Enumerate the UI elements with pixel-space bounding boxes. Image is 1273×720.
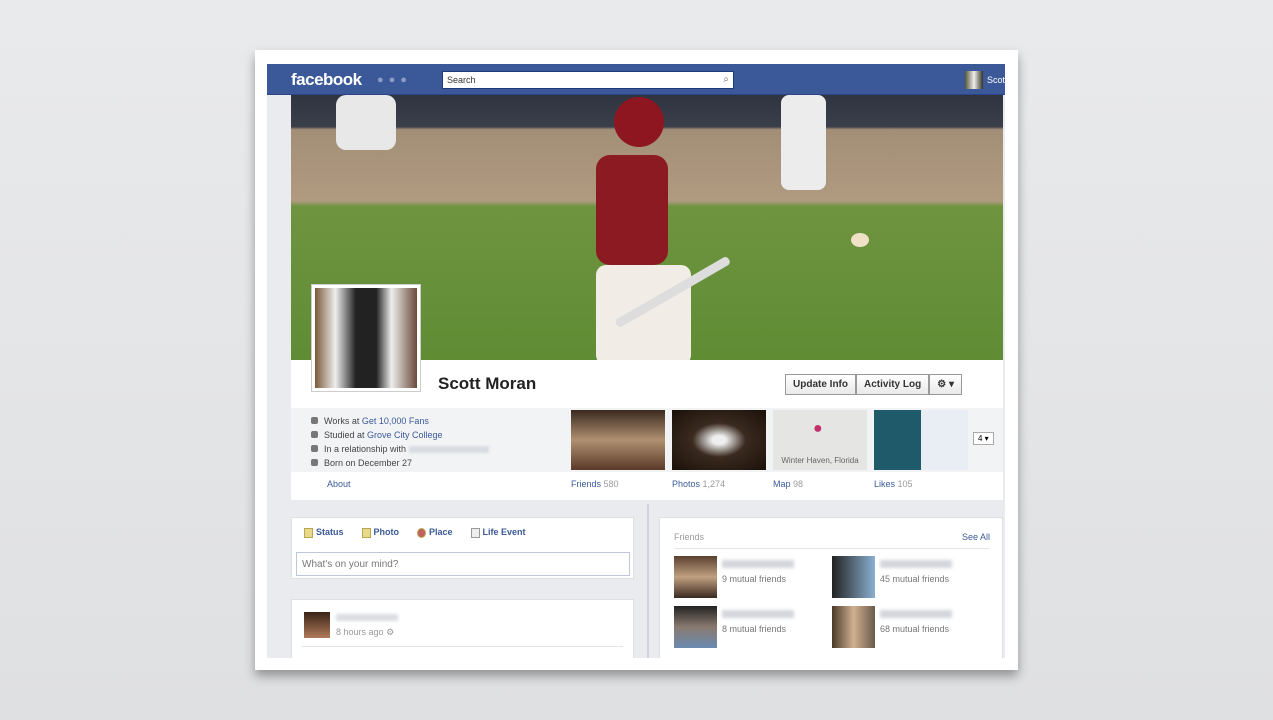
activity-log-button[interactable]: Activity Log xyxy=(856,374,930,395)
friends-label[interactable]: Friends 580 xyxy=(571,479,619,489)
heart-icon xyxy=(311,445,318,452)
education-icon xyxy=(311,431,318,438)
friend-item[interactable]: 9 mutual friends xyxy=(674,556,834,600)
friend-photo xyxy=(832,606,875,648)
batter-jersey xyxy=(596,155,668,265)
friend-photo xyxy=(832,556,875,598)
birthday-icon xyxy=(311,459,318,466)
likes-label[interactable]: Likes 105 xyxy=(874,479,913,489)
count: 580 xyxy=(603,479,619,489)
divider xyxy=(674,548,990,549)
tab-life-event[interactable]: Life Event xyxy=(470,527,526,538)
profile-picture[interactable] xyxy=(311,284,421,392)
cover-figure xyxy=(781,95,826,190)
blurred-name xyxy=(722,560,794,568)
timeline-post: 8 hours ago ⚙ xyxy=(291,599,634,658)
batter-helmet xyxy=(614,97,664,147)
update-info-button[interactable]: Update Info xyxy=(785,374,856,395)
time: 8 hours ago xyxy=(336,627,384,637)
birthday: Born on December 27 xyxy=(324,458,413,468)
mutual-count: 45 mutual friends xyxy=(880,574,950,584)
tab-photo[interactable]: Photo xyxy=(361,527,400,538)
relationship: In a relationship with xyxy=(324,444,407,454)
friend-photo xyxy=(674,606,717,648)
search-placeholder: Search xyxy=(447,75,476,85)
user-name: Scot xyxy=(986,75,1005,85)
mutual-count: 68 mutual friends xyxy=(880,624,950,634)
work-link[interactable]: Get 10,000 Fans xyxy=(362,416,429,426)
baseball xyxy=(851,233,869,247)
tab-status[interactable]: Status xyxy=(304,527,344,538)
status-input[interactable]: What's on your mind? xyxy=(296,552,630,576)
composer: Status Photo Place Life Event What's on … xyxy=(291,517,634,579)
map-label[interactable]: Map 98 xyxy=(773,479,803,489)
more-sections-button[interactable]: 4 ▾ xyxy=(973,432,994,445)
blurred-name xyxy=(880,610,952,618)
count: 98 xyxy=(793,479,804,489)
label: Friends xyxy=(571,479,602,489)
mutual-count: 9 mutual friends xyxy=(722,574,787,584)
label: Map xyxy=(773,479,791,489)
label: Status xyxy=(316,527,344,537)
likes-tile[interactable] xyxy=(874,410,968,470)
blurred-name xyxy=(408,446,489,454)
photos-label[interactable]: Photos 1,274 xyxy=(672,479,725,489)
friend-item[interactable]: 8 mutual friends xyxy=(674,606,834,650)
label: Place xyxy=(429,527,453,537)
blurred-name xyxy=(722,610,794,618)
label: Life Event xyxy=(482,527,526,537)
see-all-link[interactable]: See All xyxy=(962,532,990,542)
friends-tile[interactable] xyxy=(571,410,665,470)
presentation-frame: facebook ●●● Search ⌕ Scot Scott Moran Up… xyxy=(255,50,1018,670)
friend-photo xyxy=(674,556,717,598)
school-link[interactable]: Grove City College xyxy=(367,430,443,440)
map-caption: Winter Haven, Florida xyxy=(781,456,859,465)
timeline-spine xyxy=(647,504,649,658)
cover-figure xyxy=(336,95,396,150)
facebook-logo[interactable]: facebook xyxy=(291,70,362,90)
photos-tile[interactable] xyxy=(672,410,766,470)
place-icon xyxy=(417,527,427,538)
settings-button[interactable]: ⚙ ▾ xyxy=(929,374,962,395)
label: Photo xyxy=(373,527,400,537)
map-pin-icon: ● xyxy=(813,420,823,437)
facebook-timeline: facebook ●●● Search ⌕ Scot Scott Moran Up… xyxy=(267,64,1005,658)
label: Works at xyxy=(324,416,362,426)
status-icon xyxy=(304,527,313,538)
avatar xyxy=(964,71,983,89)
count: 105 xyxy=(897,479,913,489)
profile-name[interactable]: Scott Moran xyxy=(438,374,536,394)
life-event-icon xyxy=(470,527,480,538)
notification-icons[interactable]: ●●● xyxy=(377,74,412,86)
search-icon[interactable]: ⌕ xyxy=(723,74,729,85)
photo-icon xyxy=(361,527,371,538)
work-icon xyxy=(311,417,318,424)
friend-item[interactable]: 68 mutual friends xyxy=(832,606,992,650)
friends-box: Friends See All 9 mutual friends 45 mutu… xyxy=(659,517,1003,658)
blurred-name xyxy=(336,614,398,621)
blurred-name xyxy=(880,560,952,568)
divider xyxy=(302,646,623,647)
label: Studied at xyxy=(324,430,368,440)
map-tile[interactable]: ● Winter Haven, Florida xyxy=(773,410,867,470)
user-menu[interactable]: Scot xyxy=(964,71,1005,89)
info-band: Works at Get 10,000 Fans Studied at Grov… xyxy=(291,408,1003,472)
search-input[interactable]: Search ⌕ xyxy=(442,71,734,89)
mutual-count: 8 mutual friends xyxy=(722,624,787,634)
post-avatar[interactable] xyxy=(304,612,330,638)
label: Likes xyxy=(874,479,896,489)
post-time[interactable]: 8 hours ago ⚙ xyxy=(336,627,394,638)
label: Photos xyxy=(672,479,701,489)
tab-place[interactable]: Place xyxy=(417,527,453,538)
friends-title: Friends xyxy=(674,532,705,542)
count: 1,274 xyxy=(702,479,726,489)
about-info: Works at Get 10,000 Fans Studied at Grov… xyxy=(311,414,489,470)
about-link[interactable]: About xyxy=(327,479,351,489)
privacy-icon[interactable]: ⚙ xyxy=(386,627,394,637)
top-bar: facebook ●●● Search ⌕ Scot xyxy=(267,64,1005,95)
friend-item[interactable]: 45 mutual friends xyxy=(832,556,992,600)
